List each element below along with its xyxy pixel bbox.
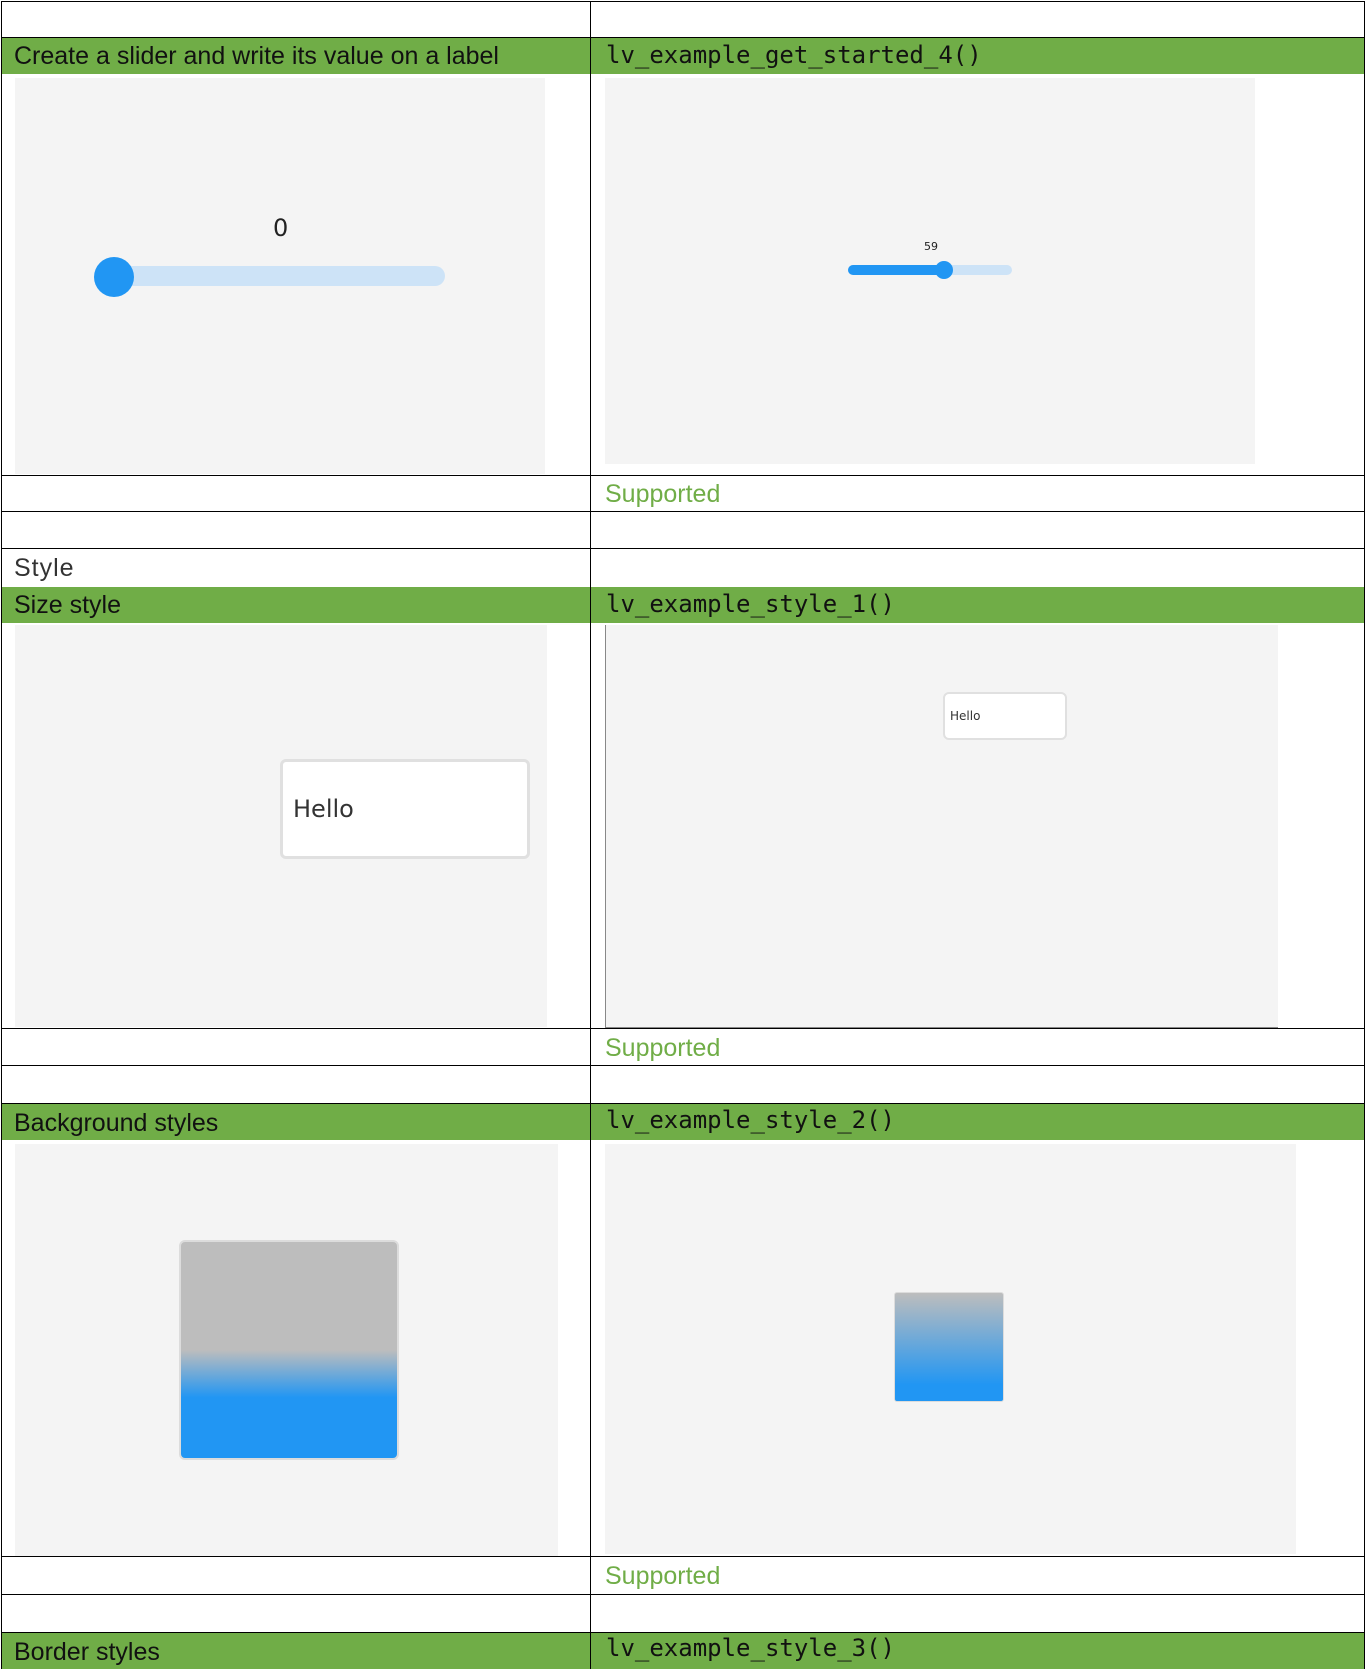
row-4-description: Border styles bbox=[14, 1638, 160, 1666]
row-2-function: lv_example_style_1() bbox=[606, 590, 895, 618]
row-1-port-preview: 59 bbox=[605, 78, 1255, 464]
row-3-port-preview bbox=[605, 1144, 1296, 1554]
gradient-box-port bbox=[894, 1292, 1004, 1402]
slider-knob-port bbox=[935, 261, 953, 279]
hello-box: Hello bbox=[280, 759, 530, 859]
slider-track bbox=[115, 266, 445, 286]
hello-box-port: Hello bbox=[943, 692, 1067, 740]
slider-value-label-port: 59 bbox=[924, 240, 938, 253]
row-1-status: Supported bbox=[605, 480, 721, 508]
row-3-function: lv_example_style_2() bbox=[606, 1106, 895, 1134]
row-3-reference-preview bbox=[15, 1144, 558, 1556]
row-2-description: Size style bbox=[14, 591, 121, 619]
row-2-reference-preview: Hello bbox=[15, 625, 547, 1027]
row-4-function: lv_example_style_3() bbox=[606, 1634, 895, 1662]
row-2-status: Supported bbox=[605, 1034, 721, 1062]
slider-knob bbox=[94, 257, 134, 297]
hello-label-port: Hello bbox=[950, 709, 981, 723]
section-heading-style: Style bbox=[14, 554, 75, 582]
row-2-port-preview: Hello bbox=[605, 625, 1278, 1028]
gradient-box bbox=[179, 1240, 399, 1460]
row-1-reference-preview: 0 bbox=[15, 78, 545, 474]
row-3-description: Background styles bbox=[14, 1109, 219, 1137]
row-1-description: Create a slider and write its value on a… bbox=[14, 42, 499, 70]
row-1-function: lv_example_get_started_4() bbox=[606, 41, 982, 69]
slider-value-label: 0 bbox=[273, 214, 289, 242]
hello-label: Hello bbox=[293, 795, 354, 823]
comparison-table: Create a slider and write its value on a… bbox=[0, 0, 1366, 1669]
slider-fill-port bbox=[848, 265, 945, 275]
row-3-status: Supported bbox=[605, 1562, 721, 1590]
